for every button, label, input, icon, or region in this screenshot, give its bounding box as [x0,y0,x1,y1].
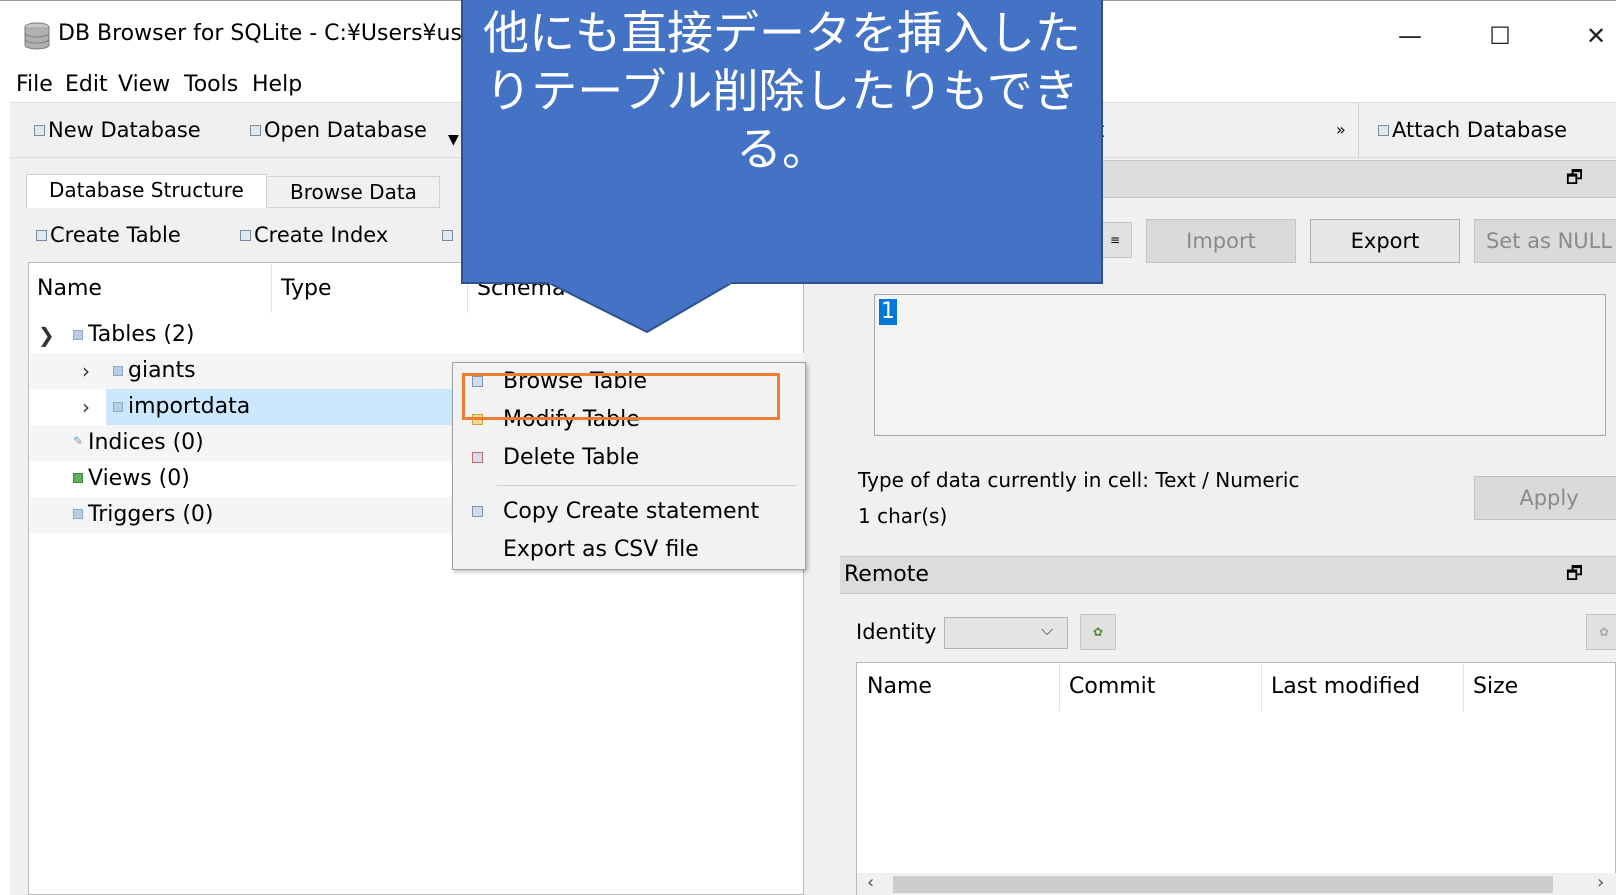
new-database-label: New Database [48,118,201,142]
create-index-icon [240,230,251,241]
toolbar-overflow-icon[interactable]: » [1336,115,1346,145]
column-commit[interactable]: Commit [1069,671,1155,703]
index-icon: ✎ [73,434,84,448]
delete-table-label: Delete Table [503,445,640,470]
table-name: giants [128,358,196,383]
remote-header: Remote 🗗 [840,556,1616,594]
create-index-label: Create Index [254,223,389,247]
menu-file[interactable]: File [16,68,53,102]
menu-view[interactable]: View [118,68,170,102]
column-last-modified[interactable]: Last modified [1271,671,1420,703]
header-type[interactable]: Type [281,273,332,305]
open-database-button[interactable]: Open Database [250,115,427,145]
annotation-highlight-box [462,373,780,420]
chevron-down-icon[interactable]: ❯ [38,317,55,353]
menu-item-export-csv[interactable]: Export as CSV file [453,531,805,569]
create-table-icon [36,230,47,241]
modify-table-icon [442,230,453,241]
minimize-button[interactable]: — [1390,19,1430,53]
database-icon [24,22,50,50]
new-database-button[interactable]: New Database [34,115,201,145]
trigger-icon [73,509,83,519]
menu-edit[interactable]: Edit [65,68,108,102]
create-table-label: Create Table [50,223,181,247]
tables-label: Tables (2) [88,322,195,347]
header-separator [1463,663,1464,711]
header-separator [1059,663,1060,711]
cell-editor[interactable]: 1 [874,294,1606,436]
toolbar-separator [1358,103,1359,157]
attach-database-button[interactable]: Attach Database [1378,115,1567,145]
view-icon [73,473,83,483]
cell-size-info: 1 char(s) [858,504,948,528]
menu-separator [497,485,797,486]
set-null-button[interactable]: Set as NULL [1474,219,1616,263]
tab-database-structure[interactable]: Database Structure [26,174,267,208]
horizontal-scrollbar[interactable]: ‹ › [857,872,1616,895]
refresh-icon[interactable]: ✿ [1586,614,1616,650]
chevron-right-icon[interactable]: › [82,353,90,389]
menu-tools[interactable]: Tools [184,68,238,102]
remote-title: Remote [844,562,929,587]
create-index-button[interactable]: Create Index [240,220,388,250]
table-name: importdata [128,394,251,419]
scrollbar-thumb[interactable] [893,876,1553,893]
import-button[interactable]: Import [1146,219,1296,263]
chevron-right-icon[interactable]: › [82,389,90,425]
triggers-label: Triggers (0) [88,502,214,527]
table-icon [113,402,123,412]
identity-select[interactable]: ⌵ [944,617,1068,649]
close-button[interactable]: ✕ [1576,19,1616,53]
open-database-label: Open Database [264,118,427,142]
cell-value: 1 [879,299,897,325]
copy-icon [472,506,483,517]
callout-text: 他にも直接データを挿入したりテーブル削除したりもできる。 [483,6,1081,176]
column-name[interactable]: Name [867,671,932,703]
new-database-icon [34,125,45,136]
header-name[interactable]: Name [37,273,102,305]
annotation-callout: 他にも直接データを挿入したりテーブル削除したりもできる。 [461,0,1103,284]
menu-help[interactable]: Help [252,68,302,102]
header-separator [1261,663,1262,711]
attach-database-icon [1378,125,1389,136]
cell-type-info: Type of data currently in cell: Text / N… [858,468,1300,492]
tab-browse-data[interactable]: Browse Data [268,176,440,208]
dropdown-arrow-icon[interactable]: ▼ [448,125,459,155]
create-table-button[interactable]: Create Table [36,220,181,250]
text-mode-icon[interactable]: ≡ [1098,222,1132,258]
float-icon[interactable]: 🗗 [1566,165,1583,195]
menu-item-copy-create[interactable]: Copy Create statement [453,493,805,531]
menu-item-delete-table[interactable]: Delete Table [453,439,805,477]
open-database-icon [250,125,261,136]
table-icon [113,366,123,376]
apply-button[interactable]: Apply [1474,476,1616,520]
chevron-down-icon: ⌵ [1041,620,1054,639]
window-title: DB Browser for SQLite - C:¥Users¥use [58,21,476,46]
column-size[interactable]: Size [1473,671,1518,703]
delete-table-icon [472,452,483,463]
clone-icon[interactable]: ✿ [1080,614,1116,650]
header-separator [271,263,272,313]
database-tree: Name Type Schema ❯ Tables (2) › giants ›… [28,262,804,895]
identity-label: Identity [856,620,937,644]
attach-database-label: Attach Database [1392,118,1568,142]
views-label: Views (0) [88,466,190,491]
callout-pointer [547,282,733,334]
maximize-button[interactable]: ☐ [1480,19,1520,53]
copy-create-label: Copy Create statement [503,499,760,524]
export-button[interactable]: Export [1310,219,1460,263]
tables-icon [73,330,83,340]
float-icon[interactable]: 🗗 [1566,561,1583,591]
scroll-left-icon[interactable]: ‹ [867,872,874,893]
scroll-right-icon[interactable]: › [1597,872,1604,893]
modify-table-button[interactable] [442,220,456,250]
export-csv-label: Export as CSV file [503,537,699,562]
remote-list: Name Commit Last modified Size ‹ › [856,662,1616,895]
indices-label: Indices (0) [88,430,204,455]
